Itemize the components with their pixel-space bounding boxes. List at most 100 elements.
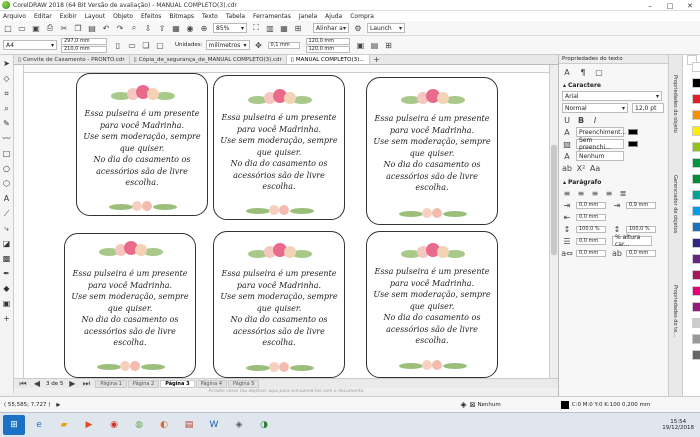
palette-swatch[interactable]: [692, 302, 700, 312]
first-line-indent-field[interactable]: 0,9 mm: [626, 201, 656, 209]
file-explorer-icon[interactable]: ▰: [53, 415, 75, 435]
fill-type-select[interactable]: Preenchiment...: [576, 127, 626, 137]
align-right-icon[interactable]: ≡: [604, 188, 614, 198]
chrome-icon[interactable]: ◉: [103, 415, 125, 435]
zoom-select[interactable]: 85% ▾: [213, 23, 247, 33]
palette-swatch[interactable]: [692, 126, 700, 136]
font-size-field[interactable]: 12,0 pt: [632, 103, 664, 113]
units-select[interactable]: milímetros ▾: [205, 40, 250, 50]
parallel-dimension-icon[interactable]: ⟋: [1, 208, 12, 219]
prev-page-icon[interactable]: ◀: [32, 379, 42, 389]
zoom-tool-icon[interactable]: ⊕: [199, 23, 209, 33]
paste-icon[interactable]: ▤: [87, 23, 97, 33]
page-tab-5[interactable]: Página 5: [228, 379, 260, 388]
undo-icon[interactable]: ↶: [101, 23, 111, 33]
coreldraw-taskbar-icon[interactable]: ◍: [128, 415, 150, 435]
options-gear-icon[interactable]: ⚙: [353, 23, 363, 33]
rectangle-tool-icon[interactable]: □: [1, 148, 12, 159]
palette-swatch[interactable]: [692, 222, 700, 232]
duplicate-y-field[interactable]: 120,0 mm: [305, 45, 350, 53]
line-spacing-field[interactable]: 0,0 mm: [576, 237, 606, 245]
background-color-swatch[interactable]: [628, 141, 638, 147]
align-left-icon[interactable]: ≡: [576, 188, 586, 198]
docker-tab-object-manager[interactable]: Gerenciador de objetos: [672, 175, 678, 233]
palette-swatch[interactable]: [692, 62, 700, 72]
horizontal-ruler[interactable]: [24, 65, 549, 73]
pick-tool-icon[interactable]: ➤: [1, 58, 12, 69]
palette-swatch[interactable]: [692, 142, 700, 152]
frame-section-icon[interactable]: ▢: [594, 67, 604, 77]
palette-swatch[interactable]: [692, 270, 700, 280]
close-button[interactable]: ✕: [680, 0, 700, 11]
outline-select[interactable]: Nenhum: [576, 151, 624, 161]
current-page-icon[interactable]: ▢: [155, 40, 165, 50]
gift-card[interactable]: Essa pulseira é um presente para você Mad…: [76, 73, 208, 216]
palette-swatch[interactable]: [692, 206, 700, 216]
pdf-reader-icon[interactable]: ▤: [178, 415, 200, 435]
scrollbar-thumb[interactable]: [551, 145, 557, 255]
right-indent-field[interactable]: 0,0 mm: [576, 213, 606, 221]
menu-ajuda[interactable]: Ajuda: [325, 13, 342, 20]
align-center-icon[interactable]: ≡: [590, 188, 600, 198]
palette-swatch[interactable]: [692, 286, 700, 296]
paragraph-section-header[interactable]: ▴ Parágrafo: [559, 177, 668, 187]
space-before-field[interactable]: 100,0 %: [576, 225, 606, 233]
line-spacing-units-select[interactable]: % altura car...: [612, 234, 652, 248]
palette-swatch[interactable]: [692, 94, 700, 104]
print-icon[interactable]: ⎙: [45, 23, 55, 33]
tab-copia[interactable]: ▯ Cópia_de_segurança_de_MANUAL COMPLETO(…: [130, 55, 287, 64]
transparency-icon[interactable]: ▤: [370, 40, 380, 50]
palette-swatch[interactable]: [692, 78, 700, 88]
last-page-icon[interactable]: ⏭: [81, 379, 91, 389]
fill-color-swatch[interactable]: [628, 129, 638, 135]
shape-tool-icon[interactable]: ◇: [1, 73, 12, 84]
page-tab-1[interactable]: Página 1: [95, 379, 127, 388]
font-style-select[interactable]: Normal ▾: [562, 103, 628, 113]
eyedropper-icon[interactable]: ✒: [1, 268, 12, 279]
new-document-icon[interactable]: □: [3, 23, 13, 33]
font-select[interactable]: Arial ▾: [562, 91, 662, 101]
align-none-icon[interactable]: ≡: [562, 188, 572, 198]
space-after-field[interactable]: 100,0 %: [626, 225, 656, 233]
grid-icon[interactable]: ▦: [279, 23, 289, 33]
palette-swatch[interactable]: [692, 334, 700, 344]
menu-texto[interactable]: Texto: [202, 13, 218, 20]
drop-shadow-icon[interactable]: ◪: [1, 238, 12, 249]
word-spacing-field[interactable]: 0,0 mm: [626, 249, 656, 257]
palette-swatch[interactable]: [692, 158, 700, 168]
left-indent-field[interactable]: 0,0 mm: [576, 201, 606, 209]
minimize-button[interactable]: –: [640, 0, 660, 11]
add-tool-icon[interactable]: +: [1, 313, 12, 324]
firefox-icon[interactable]: ◐: [153, 415, 175, 435]
media-player-icon[interactable]: ▶: [78, 415, 100, 435]
page-height-field[interactable]: 210,0 mm: [61, 45, 107, 53]
zoom-tool-icon[interactable]: ⌕: [1, 103, 12, 114]
page-tab-2[interactable]: Página 2: [127, 379, 160, 388]
menu-tabela[interactable]: Tabela: [226, 13, 245, 20]
export-icon[interactable]: ⇧: [157, 23, 167, 33]
uppercase-icon[interactable]: ab: [562, 163, 572, 173]
tab-convite[interactable]: ▯ Convite de Casamento - PRONTO.cdr: [14, 55, 130, 64]
import-icon[interactable]: ⇩: [143, 23, 153, 33]
launch-button[interactable]: Launch ▾: [367, 23, 405, 33]
snap-to-select[interactable]: Alinhar a ▾: [313, 23, 349, 33]
menu-exibir[interactable]: Exibir: [60, 13, 77, 20]
save-icon[interactable]: ▣: [31, 23, 41, 33]
polygon-tool-icon[interactable]: ⬡: [1, 178, 12, 189]
artistic-media-icon[interactable]: 〰: [1, 133, 12, 144]
tab-manual-completo[interactable]: ▯ MANUAL COMPLETO(3)...: [286, 55, 370, 64]
freehand-tool-icon[interactable]: ✎: [1, 118, 12, 129]
crop-tool-icon[interactable]: ⌗: [1, 88, 12, 99]
character-section-header[interactable]: ▴ Caractere: [559, 80, 668, 90]
palette-swatch[interactable]: [692, 350, 700, 360]
gift-card[interactable]: Essa pulseira é um presente para você Mad…: [213, 231, 345, 378]
menu-editar[interactable]: Editar: [34, 13, 52, 20]
vertical-scrollbar[interactable]: [549, 65, 558, 378]
gift-card[interactable]: Essa pulseira é um presente para você Mad…: [366, 231, 498, 378]
maximize-button[interactable]: □: [660, 0, 680, 11]
page-border-icon[interactable]: ▣: [356, 40, 366, 50]
vertical-ruler[interactable]: [14, 65, 24, 378]
next-page-icon[interactable]: ▶: [67, 379, 77, 389]
page-size-select[interactable]: A4 ▾: [3, 40, 57, 50]
page-tab-4[interactable]: Página 4: [195, 379, 227, 388]
